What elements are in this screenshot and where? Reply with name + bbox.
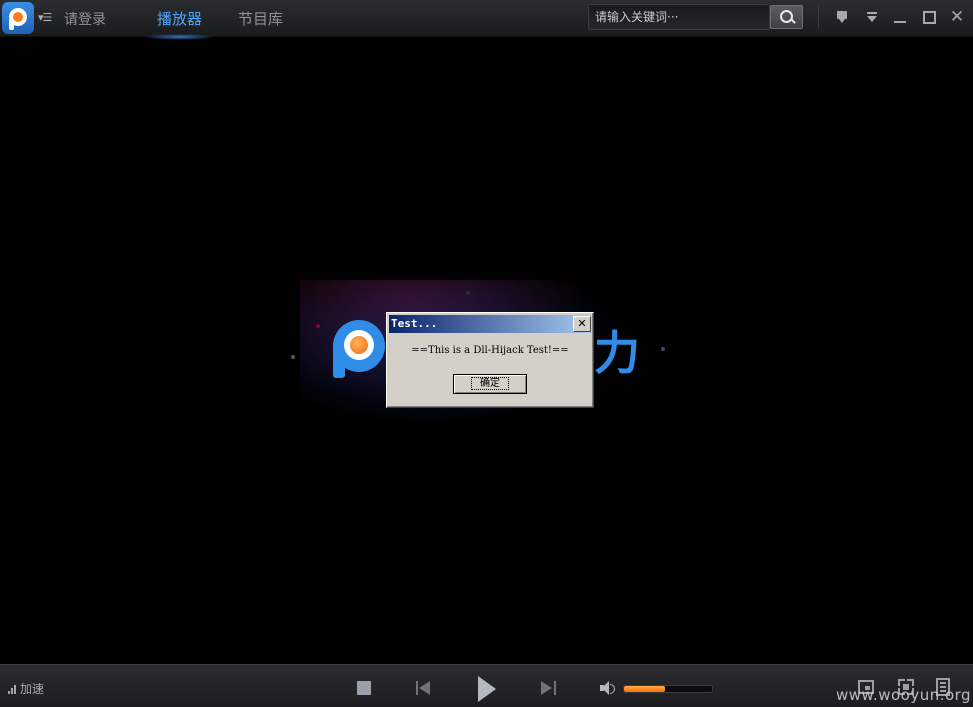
feedback-icon[interactable]: [833, 8, 851, 26]
volume-icon[interactable]: [600, 681, 615, 695]
dropdown-menu-icon[interactable]: [863, 8, 881, 26]
ok-button-label: 确定: [471, 377, 509, 390]
login-link[interactable]: 请登录: [64, 9, 106, 29]
signal-icon: [8, 685, 17, 694]
search-button[interactable]: [770, 5, 803, 29]
main-menu-icon[interactable]: ▾☰: [38, 11, 52, 24]
dialog-message: ==This is a Dll-Hijack Test!==: [411, 345, 569, 356]
tab-player[interactable]: 播放器: [142, 8, 217, 40]
dialog-title-bar[interactable]: Test...: [389, 315, 591, 333]
stop-button[interactable]: [357, 681, 371, 695]
volume-level: [624, 686, 666, 692]
dialog-close-button[interactable]: ✕: [573, 316, 591, 332]
watermark: www.wooyun.org: [836, 686, 972, 704]
maximize-icon[interactable]: [920, 8, 938, 26]
search-box: [588, 4, 770, 30]
next-button[interactable]: [541, 681, 557, 695]
pptv-brand-logo-icon: [333, 320, 389, 378]
brand-text: 力: [594, 326, 640, 380]
speed-up-label: 加速: [20, 682, 45, 696]
speed-up-button[interactable]: 加速: [8, 680, 44, 697]
play-button[interactable]: [478, 676, 496, 702]
sparkle: [316, 324, 320, 328]
close-window-icon[interactable]: ✕: [948, 8, 966, 26]
pptv-logo-icon[interactable]: [2, 2, 34, 34]
sparkle: [466, 291, 470, 295]
dialog-title: Test...: [391, 317, 438, 330]
control-bar: 加速: [0, 664, 973, 707]
sparkle: [661, 347, 665, 351]
tab-library[interactable]: 节目库: [238, 8, 283, 29]
ok-button[interactable]: 确定: [453, 374, 527, 394]
search-input[interactable]: [593, 7, 767, 27]
previous-button[interactable]: [416, 681, 432, 695]
message-dialog: Test... ✕ ==This is a Dll-Hijack Test!==…: [386, 312, 594, 408]
title-bar: ▾☰ 请登录 播放器 节目库 ✕: [0, 0, 973, 40]
volume-slider[interactable]: [623, 685, 713, 693]
sparkle: [291, 355, 295, 359]
minimize-icon[interactable]: [891, 8, 909, 26]
divider: [818, 6, 819, 28]
